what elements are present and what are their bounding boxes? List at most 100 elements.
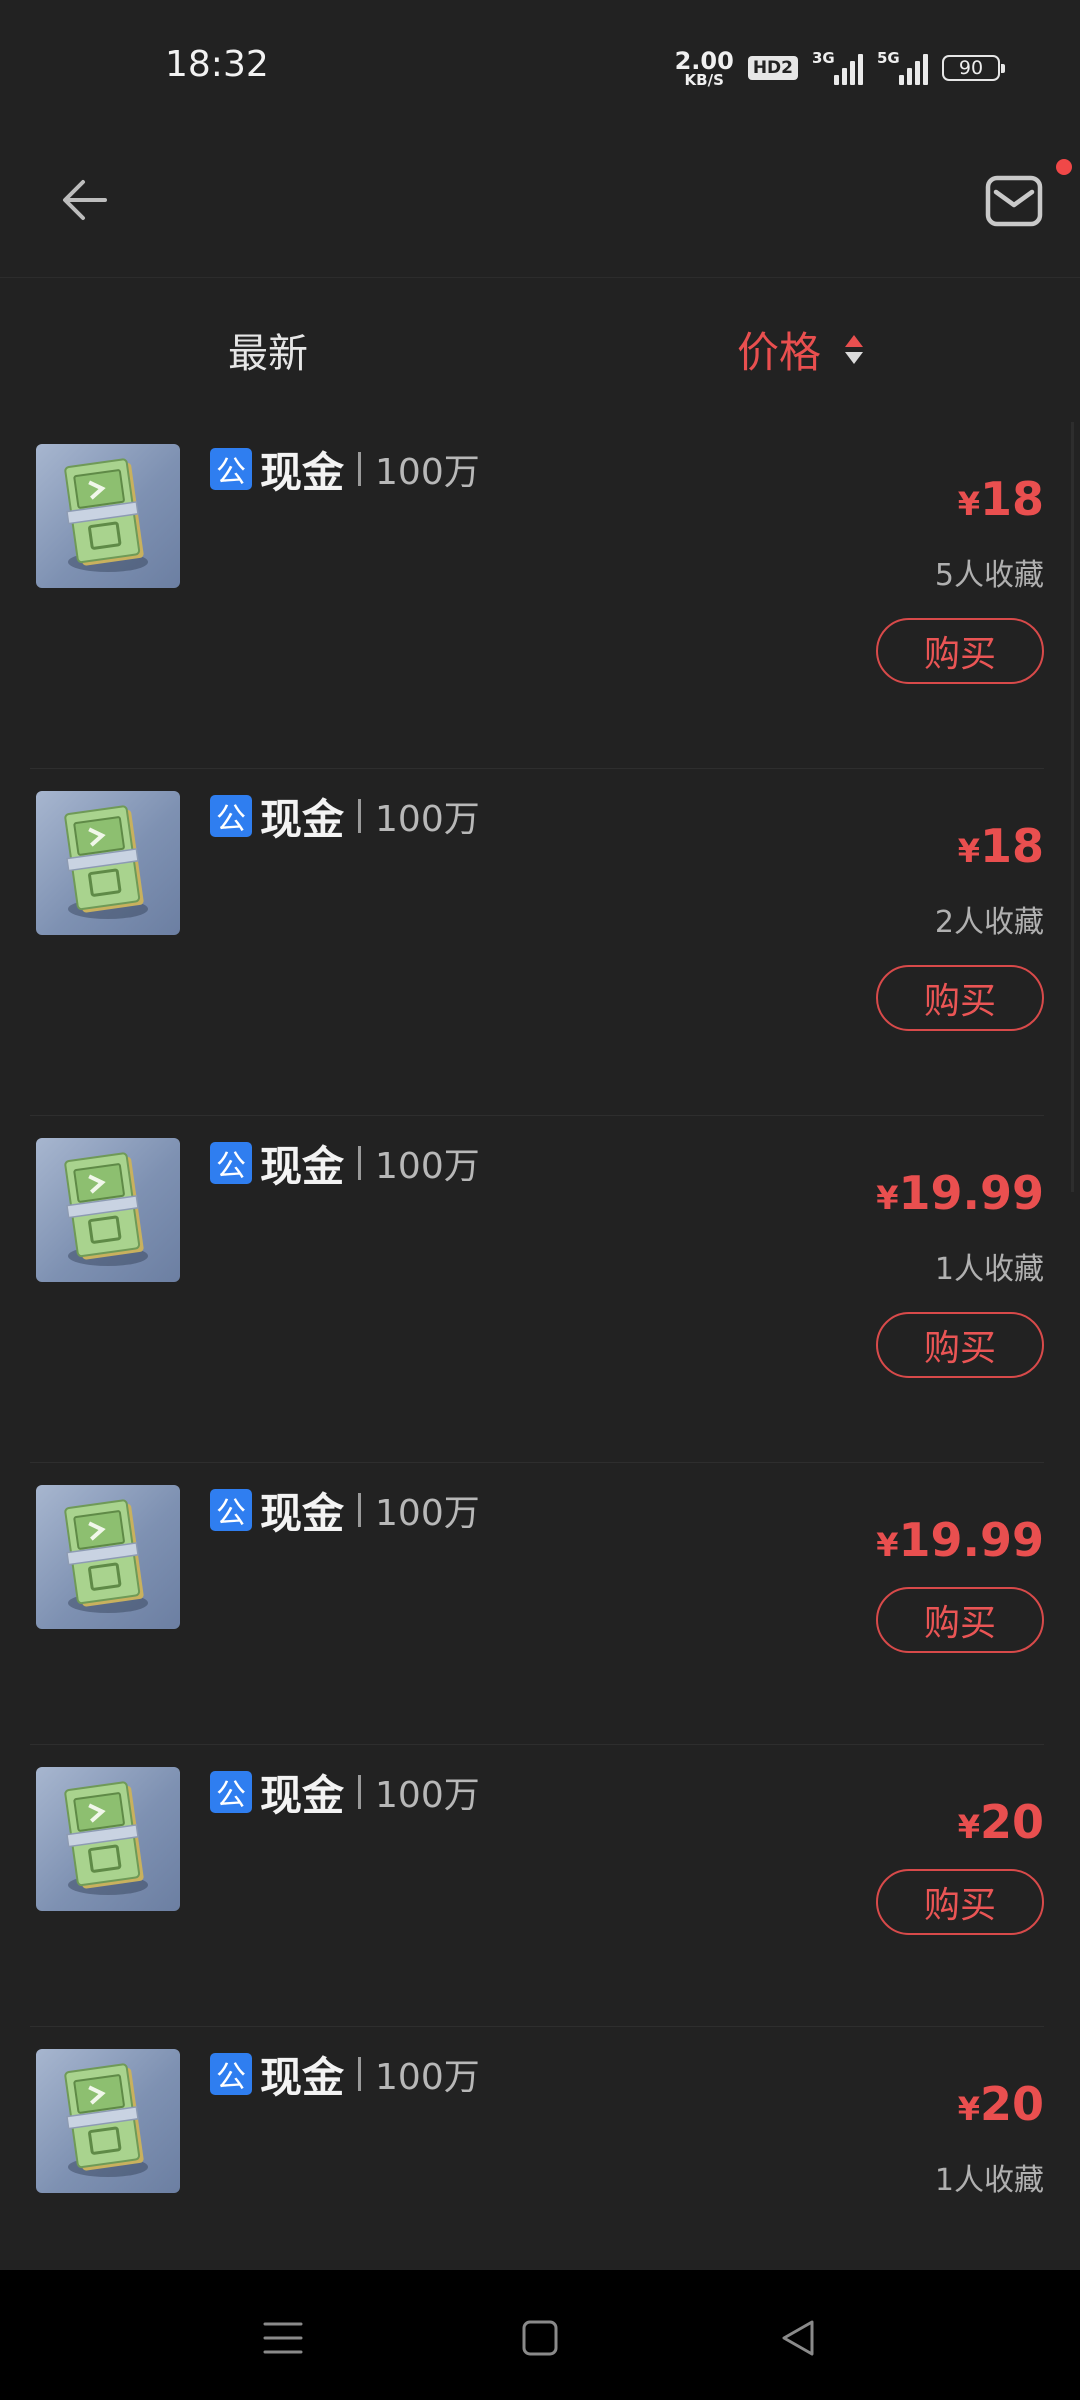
status-time: 18:32 [165,44,269,85]
signal-sim2-icon: 5G [877,49,928,85]
item-name: 现金 [260,1141,345,1191]
sort-up-arrow-icon [845,335,864,347]
sort-down-arrow-icon [845,352,864,364]
item-thumbnail [36,1138,180,1282]
status-bar: 18:32 2.00 KB/S HD2 3G 5G 90 [0,0,1080,135]
currency-symbol: ¥ [876,1179,899,1217]
currency-symbol: ¥ [957,832,980,870]
price-value: 19.99 [898,1513,1044,1567]
item-name: 现金 [260,1770,345,1820]
listing-item[interactable]: 公现金 100万 ¥18 5人收藏购买 [0,422,1080,769]
public-badge: 公 [210,2053,252,2095]
item-amount: 100万 [375,1146,480,1187]
listing-item[interactable]: 公现金 100万 ¥20 购买 [0,1745,1080,2027]
back-button[interactable] [50,165,120,235]
item-name: 现金 [260,794,345,844]
item-title-row: 公现金 100万 [210,1767,480,1820]
favorites-count: 5人收藏 [934,558,1044,593]
sort-order-icon [845,335,864,364]
battery-level: 90 [958,57,984,79]
favorites-count: 1人收藏 [934,2163,1044,2198]
item-title-row: 公现金 100万 [210,1485,480,1538]
item-name: 现金 [260,1488,345,1538]
item-name: 现金 [260,447,345,497]
listing-item[interactable]: 公现金 100万 ¥20 1人收藏 [0,2027,1080,2270]
title-divider [358,2057,362,2091]
title-divider [358,452,362,486]
title-divider [358,1493,362,1527]
item-title-row: 公现金 100万 [210,444,480,497]
item-amount: 100万 [375,452,480,493]
public-badge: 公 [210,448,252,490]
listing-list[interactable]: 公现金 100万 ¥18 5人收藏 购买公现金 100万 ¥18 2人收藏 购买公现金 100万 ¥… [0,422,1080,2270]
menu-button[interactable] [253,2308,313,2368]
network-speed: 2.00 KB/S [675,49,734,88]
arrow-left-icon [63,180,107,220]
menu-icon [263,2322,303,2354]
listing-item[interactable]: 公现金 100万 ¥19.99 购买 [0,1463,1080,1745]
listing-item[interactable]: 公现金 100万 ¥18 2人收藏购买 [0,769,1080,1116]
system-nav-bar [0,2270,1080,2400]
messages-button[interactable] [976,163,1052,239]
item-name: 现金 [260,2052,345,2102]
currency-symbol: ¥ [957,2090,980,2128]
sort-tab-price-label: 价格 [737,328,822,377]
item-thumbnail [36,444,180,588]
favorites-count: 1人收藏 [934,1252,1044,1287]
sort-tab-price[interactable]: 价格 [737,319,864,380]
price-value: 20 [979,1795,1044,1849]
public-badge: 公 [210,795,252,837]
item-title-row: 公现金 100万 [210,791,480,844]
favorites-count: 2人收藏 [934,905,1044,940]
home-button[interactable] [510,2308,570,2368]
currency-symbol: ¥ [957,1808,980,1846]
item-thumbnail [36,791,180,935]
public-badge: 公 [210,1142,252,1184]
status-icons: 2.00 KB/S HD2 3G 5G 90 [675,46,1005,90]
item-price: ¥19.99 [876,1166,1044,1220]
signal-sim1-label: 3G [812,49,835,67]
item-amount: 100万 [375,1775,480,1816]
listing-item[interactable]: 公现金 100万 ¥19.99 1人收藏购买 [0,1116,1080,1463]
network-speed-unit: KB/S [684,70,724,89]
item-thumbnail [36,1767,180,1911]
buy-button[interactable]: 购买 [876,1587,1044,1653]
signal-sim1-icon: 3G [812,49,863,85]
price-value: 20 [979,2077,1044,2131]
hd-voice-icon: HD2 [747,56,798,80]
notification-dot [1056,159,1072,175]
public-badge: 公 [210,1771,252,1813]
item-price: ¥18 [958,472,1044,526]
currency-symbol: ¥ [876,1526,899,1564]
buy-button[interactable]: 购买 [876,965,1044,1031]
item-price: ¥20 [958,1795,1044,1849]
public-badge: 公 [210,1489,252,1531]
back-nav-button[interactable] [768,2308,828,2368]
item-price: ¥18 [958,819,1044,873]
sort-tab-latest[interactable]: 最新 [228,321,308,379]
item-thumbnail [36,1485,180,1629]
item-amount: 100万 [375,2057,480,2098]
buy-button[interactable]: 购买 [876,618,1044,684]
home-square-icon [522,2320,558,2356]
sort-bar: 最新 价格 [0,277,1080,422]
item-amount: 100万 [375,1493,480,1534]
back-triangle-icon [782,2320,814,2356]
item-price: ¥20 [958,2077,1044,2131]
buy-button[interactable]: 购买 [876,1312,1044,1378]
network-speed-value: 2.00 [674,46,734,75]
item-price: ¥19.99 [876,1513,1044,1567]
title-divider [358,799,362,833]
buy-button[interactable]: 购买 [876,1869,1044,1935]
mail-icon [985,175,1043,227]
screen: 18:32 2.00 KB/S HD2 3G 5G 90 最新 价格 公 现金 … [0,0,1080,2400]
currency-symbol: ¥ [957,485,980,523]
price-value: 19.99 [898,1166,1044,1220]
item-amount: 100万 [375,799,480,840]
item-title-row: 公现金 100万 [210,2049,480,2102]
item-title-row: 公现金 100万 [210,1138,480,1191]
battery-icon: 90 [942,55,1005,81]
price-value: 18 [979,819,1044,873]
item-thumbnail [36,2049,180,2193]
app-header [0,135,1080,278]
